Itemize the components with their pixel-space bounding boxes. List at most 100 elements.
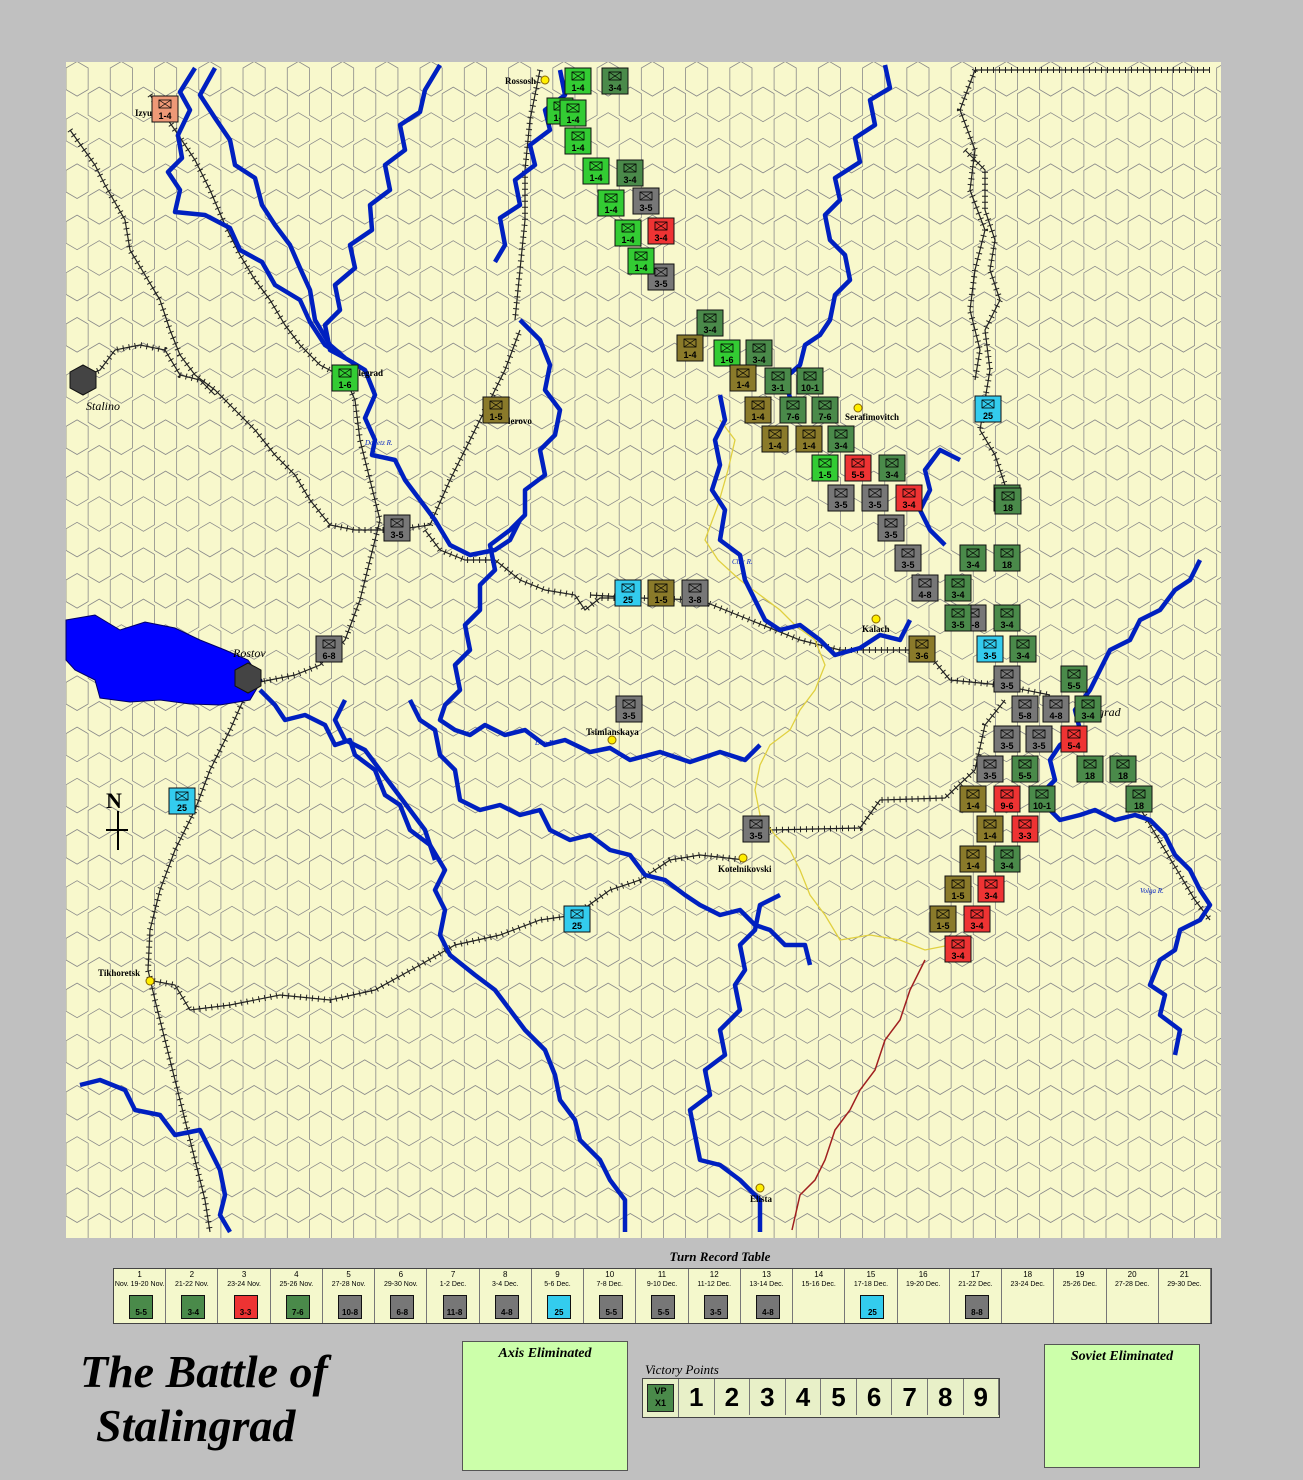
- reinforcement-counter[interactable]: 5-5: [129, 1295, 154, 1319]
- turn-box[interactable]: 17 21-22 Dec. 8-8: [950, 1269, 1003, 1323]
- reinforcement-counter[interactable]: 4-8: [755, 1295, 780, 1319]
- unit-counter[interactable]: 1-4: [795, 425, 823, 453]
- unit-counter[interactable]: 3-4: [745, 339, 773, 367]
- unit-counter[interactable]: 1-4: [627, 247, 655, 275]
- unit-counter[interactable]: 5-5: [844, 454, 872, 482]
- unit-counter[interactable]: 3-5: [742, 815, 770, 843]
- unit-counter[interactable]: 5-8: [1011, 695, 1039, 723]
- unit-counter[interactable]: 25: [168, 787, 196, 815]
- unit-counter[interactable]: 1-4: [761, 425, 789, 453]
- unit-counter[interactable]: 1-4: [151, 95, 179, 123]
- turn-box[interactable]: 5 27-28 Nov. 10-8: [323, 1269, 376, 1323]
- turn-box[interactable]: 15 17-18 Dec. 25: [845, 1269, 898, 1323]
- unit-counter[interactable]: 3-5: [632, 187, 660, 215]
- axis-eliminated-box[interactable]: Axis Eliminated: [462, 1341, 628, 1471]
- unit-counter[interactable]: 3-4: [878, 454, 906, 482]
- reinforcement-counter[interactable]: 3-3: [233, 1295, 258, 1319]
- unit-counter[interactable]: 3-5: [976, 635, 1004, 663]
- reinforcement-counter[interactable]: 25: [860, 1295, 885, 1319]
- reinforcement-counter[interactable]: 4-8: [494, 1295, 519, 1319]
- vp-box[interactable]: 3: [750, 1379, 786, 1415]
- unit-counter[interactable]: 5-4: [1060, 725, 1088, 753]
- turn-box[interactable]: 21 29-30 Dec.: [1159, 1269, 1211, 1323]
- reinforcement-counter[interactable]: 11-8: [442, 1295, 467, 1319]
- vp-box[interactable]: 9: [964, 1379, 1000, 1415]
- turn-box[interactable]: 7 1-2 Dec. 11-8: [427, 1269, 480, 1323]
- unit-counter[interactable]: 1-5: [647, 579, 675, 607]
- unit-counter[interactable]: 3-5: [877, 514, 905, 542]
- unit-counter[interactable]: 3-5: [615, 695, 643, 723]
- unit-counter[interactable]: 1-4: [564, 127, 592, 155]
- turn-box[interactable]: 20 27-28 Dec.: [1107, 1269, 1159, 1323]
- vp-marker[interactable]: VP X1: [647, 1384, 674, 1412]
- unit-counter[interactable]: 3-6: [908, 635, 936, 663]
- unit-counter[interactable]: 3-4: [993, 845, 1021, 873]
- unit-counter[interactable]: 3-5: [993, 665, 1021, 693]
- reinforcement-counter[interactable]: 3-5: [703, 1295, 728, 1319]
- turn-box[interactable]: 12 11-12 Dec. 3-5: [689, 1269, 741, 1323]
- unit-counter[interactable]: 3-5: [993, 725, 1021, 753]
- unit-counter[interactable]: 3-5: [861, 484, 889, 512]
- turn-box[interactable]: 8 3-4 Dec. 4-8: [480, 1269, 532, 1323]
- unit-counter[interactable]: 10-1: [796, 367, 824, 395]
- unit-counter[interactable]: 1-4: [959, 845, 987, 873]
- turn-box[interactable]: 9 5-6 Dec. 25: [532, 1269, 585, 1323]
- vp-box[interactable]: 6: [857, 1379, 893, 1415]
- unit-counter[interactable]: 1-4: [614, 219, 642, 247]
- unit-counter[interactable]: 3-4: [647, 217, 675, 245]
- unit-counter[interactable]: 6-8: [315, 635, 343, 663]
- reinforcement-counter[interactable]: 8-8: [964, 1295, 989, 1319]
- unit-counter[interactable]: 3-4: [944, 935, 972, 963]
- unit-counter[interactable]: 3-4: [616, 159, 644, 187]
- unit-counter[interactable]: 1-4: [729, 364, 757, 392]
- reinforcement-counter[interactable]: 3-4: [181, 1295, 206, 1319]
- turn-box[interactable]: 19 25-26 Dec.: [1054, 1269, 1107, 1323]
- unit-counter[interactable]: 18: [1125, 785, 1153, 813]
- unit-counter[interactable]: 25: [974, 395, 1002, 423]
- unit-counter[interactable]: 7-6: [779, 396, 807, 424]
- soviet-eliminated-box[interactable]: Soviet Eliminated: [1044, 1344, 1200, 1468]
- unit-counter[interactable]: 18: [1076, 755, 1104, 783]
- unit-counter[interactable]: 3-4: [895, 484, 923, 512]
- unit-counter[interactable]: 3-5: [976, 755, 1004, 783]
- victory-points-track[interactable]: VP X1 123456789: [642, 1378, 1000, 1418]
- reinforcement-counter[interactable]: 7-6: [285, 1295, 310, 1319]
- unit-counter[interactable]: 1-4: [597, 189, 625, 217]
- unit-counter[interactable]: 3-4: [601, 67, 629, 95]
- unit-counter[interactable]: 3-4: [959, 544, 987, 572]
- unit-counter[interactable]: 3-5: [383, 514, 411, 542]
- unit-counter[interactable]: 18: [1109, 755, 1137, 783]
- reinforcement-counter[interactable]: 10-8: [338, 1295, 363, 1319]
- unit-counter[interactable]: 18: [993, 544, 1021, 572]
- turn-box[interactable]: 3 23-24 Nov. 3-3: [218, 1269, 271, 1323]
- unit-counter[interactable]: 3-5: [944, 604, 972, 632]
- unit-counter[interactable]: 3-5: [827, 484, 855, 512]
- unit-counter[interactable]: 10-1: [1028, 785, 1056, 813]
- unit-counter[interactable]: 1-6: [713, 339, 741, 367]
- vp-box[interactable]: 5: [821, 1379, 857, 1415]
- unit-counter[interactable]: 3-4: [977, 875, 1005, 903]
- turn-box[interactable]: 14 15-16 Dec.: [793, 1269, 846, 1323]
- unit-counter[interactable]: 7-6: [811, 396, 839, 424]
- vp-box[interactable]: 1: [679, 1379, 715, 1415]
- unit-counter[interactable]: 1-5: [811, 454, 839, 482]
- vp-box[interactable]: 8: [928, 1379, 964, 1415]
- unit-counter[interactable]: 9-6: [993, 785, 1021, 813]
- unit-counter[interactable]: 3-8: [681, 579, 709, 607]
- unit-counter[interactable]: 3-4: [993, 604, 1021, 632]
- unit-counter[interactable]: 1-4: [559, 99, 587, 127]
- turn-box[interactable]: 16 19-20 Dec.: [898, 1269, 950, 1323]
- reinforcement-counter[interactable]: 6-8: [390, 1295, 415, 1319]
- unit-counter[interactable]: 1-4: [676, 334, 704, 362]
- unit-counter[interactable]: 3-5: [894, 544, 922, 572]
- unit-counter[interactable]: 3-4: [696, 309, 724, 337]
- unit-counter[interactable]: 1-4: [976, 815, 1004, 843]
- turn-box[interactable]: 10 7-8 Dec. 5-5: [584, 1269, 637, 1323]
- unit-counter[interactable]: 1-5: [929, 905, 957, 933]
- unit-counter[interactable]: 5-5: [1011, 755, 1039, 783]
- turn-box[interactable]: 2 21-22 Nov. 3-4: [166, 1269, 219, 1323]
- turn-box[interactable]: 4 25-26 Nov. 7-6: [271, 1269, 323, 1323]
- unit-counter[interactable]: 4-8: [1042, 695, 1070, 723]
- vp-box[interactable]: 2: [715, 1379, 751, 1415]
- vp-box[interactable]: 7: [892, 1379, 928, 1415]
